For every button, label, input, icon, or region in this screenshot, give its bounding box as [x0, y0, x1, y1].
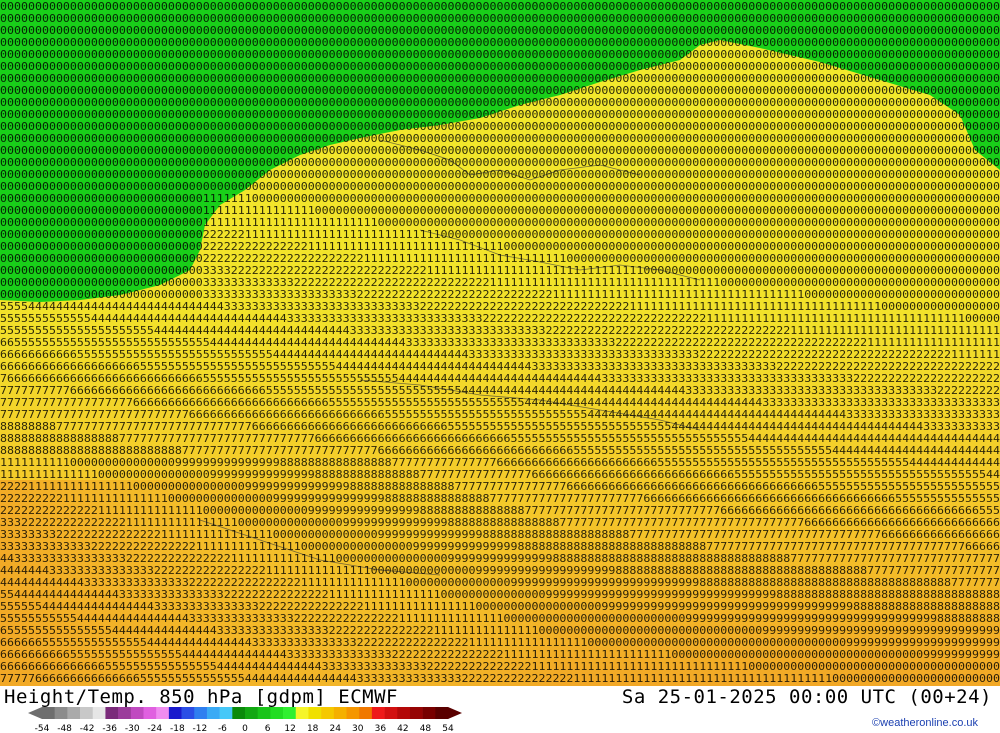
weather-map[interactable]: 0000000000000000000000000000000000000000… — [0, 0, 1000, 686]
legend-tick-label: 24 — [329, 724, 341, 733]
legend-tick-label: 42 — [397, 724, 408, 733]
map-footer: Height/Temp. 850 hPa [gdpm] ECMWF Sa 25-… — [0, 686, 1000, 733]
legend-swatch — [371, 707, 385, 719]
legend-tick-label: -18 — [170, 724, 185, 733]
legend-swatch — [308, 707, 322, 719]
legend-tick-label: 6 — [265, 724, 271, 733]
credit-link[interactable]: ©weatheronline.co.uk — [872, 717, 978, 729]
legend-swatch — [384, 707, 398, 719]
legend-swatch — [245, 707, 258, 719]
legend-swatch — [168, 707, 182, 719]
legend-tick-label: 48 — [420, 724, 432, 733]
legend-swatch — [397, 707, 411, 719]
legend-tick-label: -42 — [80, 724, 95, 733]
legend-tick-label: -6 — [218, 724, 227, 733]
legend-swatch — [181, 707, 195, 719]
legend-swatch — [130, 707, 144, 719]
legend-swatch — [295, 707, 309, 719]
legend-tick-label: -36 — [102, 724, 117, 733]
legend-swatch — [156, 707, 170, 719]
legend-swatch — [422, 707, 436, 719]
legend-tick-label: -30 — [125, 724, 140, 733]
temperature-field: 0000000000000000000000000000000000000000… — [0, 0, 1000, 686]
legend-swatch — [435, 707, 449, 719]
legend-tick-label: 30 — [352, 724, 364, 733]
legend-swatch — [194, 707, 208, 719]
legend-swatch — [232, 707, 246, 719]
valid-time: Sa 25-01-2025 00:00 UTC (00+24) — [621, 686, 992, 708]
legend-arrow-left — [28, 707, 42, 719]
color-scale-legend: -54 -48 -42 -36 -30 -24 -18 -12 -6 0 6 12 18 24 30 36 42… — [28, 707, 462, 733]
legend-swatch — [409, 707, 423, 719]
legend-swatch — [283, 707, 297, 719]
legend-tick-label: 0 — [242, 724, 248, 733]
legend-swatch — [92, 707, 106, 719]
legend-swatch — [206, 707, 220, 719]
legend-tick-label: 54 — [442, 724, 454, 733]
legend-swatch — [143, 707, 157, 719]
digit-row: 7777766666666666666655555555555555544444… — [0, 672, 1000, 685]
legend-tick-label: -24 — [147, 724, 162, 733]
legend-swatch — [359, 707, 373, 719]
legend-swatch — [321, 707, 335, 719]
legend-tick-label: -48 — [57, 724, 72, 733]
legend-swatch — [257, 707, 271, 719]
legend-swatch — [105, 707, 119, 719]
legend-swatch — [80, 707, 94, 719]
legend-tick-label: 18 — [307, 724, 319, 733]
legend-swatch — [118, 707, 132, 719]
legend-tick-label: 36 — [375, 724, 387, 733]
legend-swatch — [54, 707, 68, 719]
value-digits: 0000000000000000000000000000000000000000… — [0, 0, 1000, 685]
legend-swatch — [333, 707, 347, 719]
legend-swatch — [346, 707, 360, 719]
legend-tick-label: -12 — [193, 724, 208, 733]
legend-tick-label: 12 — [284, 724, 295, 733]
legend-swatch — [42, 707, 55, 719]
legend-swatch — [67, 707, 81, 719]
legend-tick-label: -54 — [35, 724, 50, 733]
legend-swatch — [270, 707, 284, 719]
legend-arrow-right — [448, 707, 462, 719]
legend-swatch — [219, 707, 233, 719]
